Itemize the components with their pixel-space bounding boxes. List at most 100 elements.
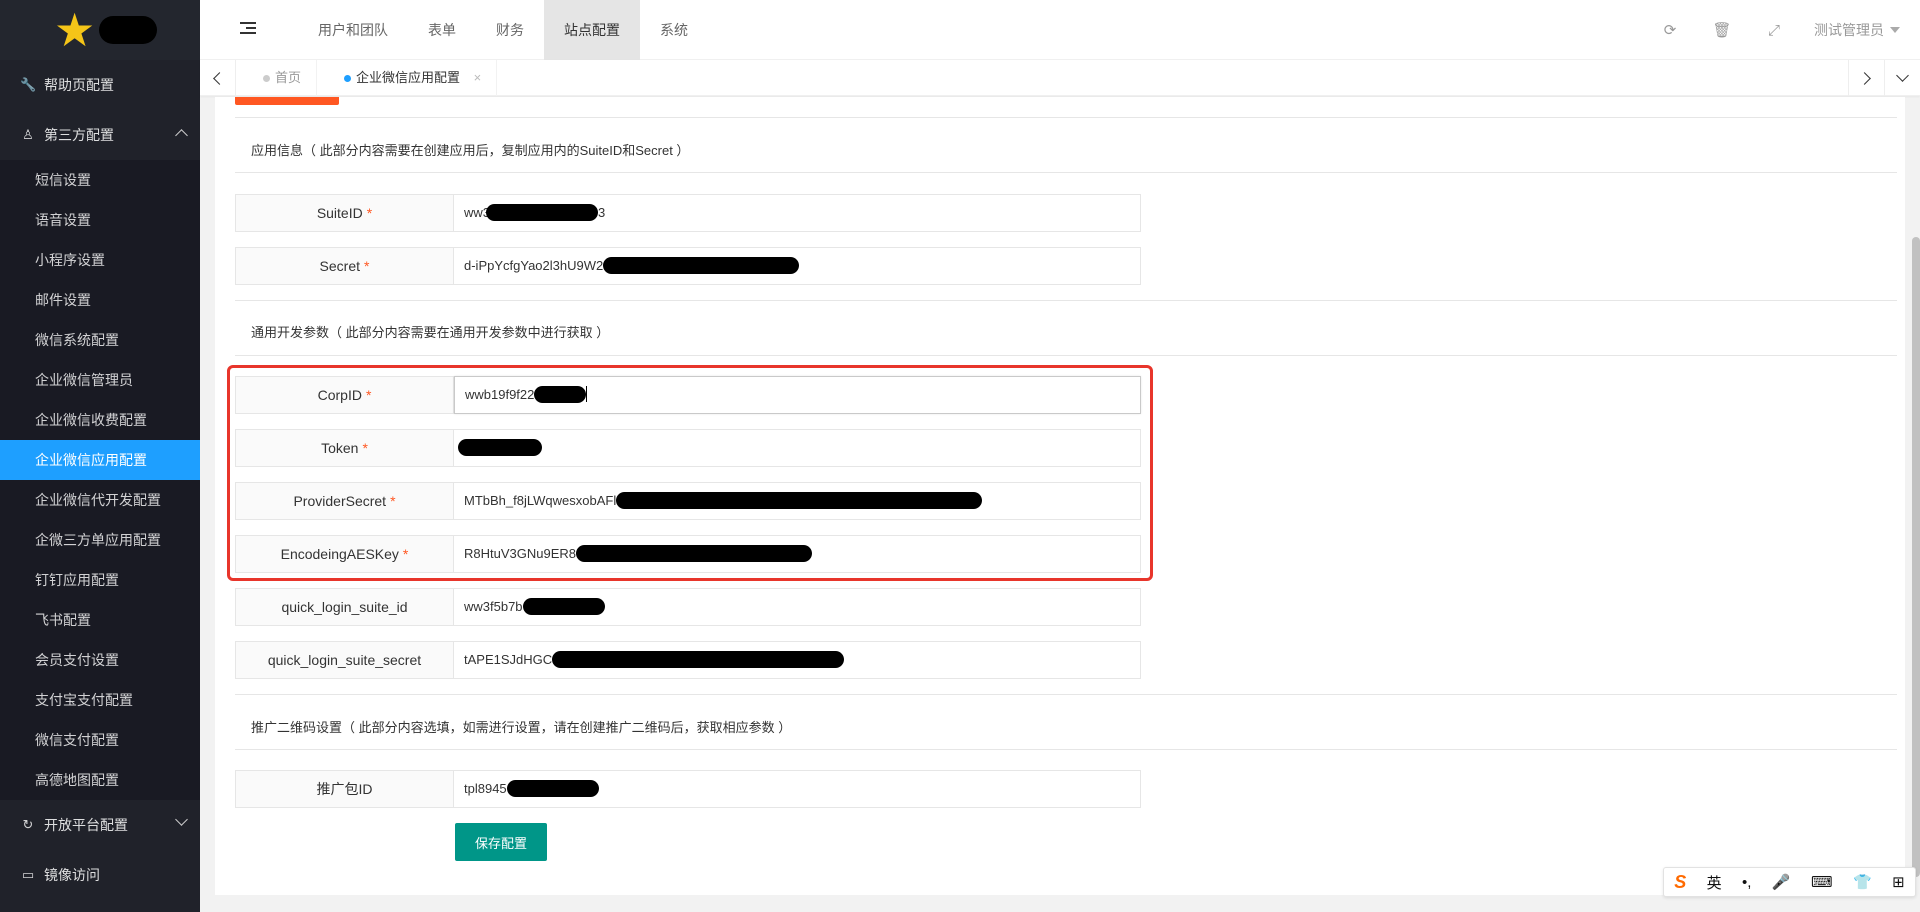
wrench-icon: 🔧 — [20, 77, 37, 92]
nav-forms[interactable]: 表单 — [408, 0, 476, 60]
sidebar-item-alipay[interactable]: 支付宝支付配置 — [0, 680, 200, 720]
divider — [235, 749, 1897, 750]
sidebar-group-third-party[interactable]: ♙ 第三方配置 — [0, 110, 200, 160]
field-label: quick_login_suite_id — [235, 588, 454, 626]
section-promo: 推广二维码设置（ 此部分内容选填，如需进行设置，请在创建推广二维码后，获取相应参… — [251, 720, 792, 735]
tab-dot-icon — [344, 75, 352, 82]
suiteid-input[interactable]: ww3 3 — [454, 194, 1141, 232]
corpid-input[interactable]: wwb19f9f22 — [454, 376, 1141, 414]
punctuation-icon[interactable]: •, — [1742, 874, 1751, 891]
ime-lang-toggle[interactable]: 英 — [1707, 872, 1722, 893]
divider — [235, 172, 1897, 173]
sidebar-item-sms[interactable]: 短信设置 — [0, 160, 200, 200]
field-label: ProviderSecret * — [235, 482, 454, 520]
form-row-aes-key: EncodeingAESKey * R8HtuV3GNu9ER8 — [235, 535, 1141, 573]
nav-site-config[interactable]: 站点配置 — [544, 0, 640, 60]
sidebar-group-help-config[interactable]: 🔧 帮助页配置 — [0, 60, 200, 110]
sidebar-item-wecom-app[interactable]: 企业微信应用配置 — [0, 440, 200, 480]
chevron-down-icon — [175, 813, 188, 826]
sidebar-item-feishu[interactable]: 飞书配置 — [0, 600, 200, 640]
config-card: 应用信息（ 此部分内容需要在创建应用后，复制应用内的SuiteID和Secret… — [215, 97, 1905, 895]
trash-icon[interactable]: 🗑 — [1696, 21, 1748, 39]
sidebar-item-wecom-dev[interactable]: 企业微信代开发配置 — [0, 480, 200, 520]
skin-icon[interactable]: 👕 — [1853, 873, 1872, 891]
sidebar-group-open-platform[interactable]: ↻ 开放平台配置 — [0, 800, 200, 850]
field-label: 推广包ID — [235, 770, 454, 808]
chevron-up-icon — [175, 129, 188, 142]
sidebar-item-voice[interactable]: 语音设置 — [0, 200, 200, 240]
tab-wecom-app-config[interactable]: 企业微信应用配置 × — [317, 60, 498, 96]
nav-system[interactable]: 系统 — [640, 0, 708, 60]
scrollbar[interactable] — [1912, 237, 1920, 877]
top-nav: 用户和团队 表单 财务 站点配置 系统 — [298, 0, 708, 60]
nav-users-teams[interactable]: 用户和团队 — [298, 0, 408, 60]
sidebar: ★ 🔧 帮助页配置 ♙ 第三方配置 短信设置 语音设置 小程序设置 邮件设置 微… — [0, 0, 200, 912]
sidebar-group-mirror[interactable]: ▭ 镜像访问 — [0, 850, 200, 900]
form-row-promo-id: 推广包ID tpl8945 — [235, 770, 1141, 808]
divider — [235, 300, 1897, 301]
tabs-bar: 首页 企业微信应用配置 × — [200, 60, 1920, 96]
provider-secret-input[interactable]: MTbBh_f8jLWqwesxobAFl — [454, 482, 1141, 520]
main-content: 应用信息（ 此部分内容需要在创建应用后，复制应用内的SuiteID和Secret… — [200, 97, 1920, 912]
sidebar-item-wecom-single-app[interactable]: 企微三方单应用配置 — [0, 520, 200, 560]
form-row-quick-login-suite-id: quick_login_suite_id ww3f5b7b — [235, 588, 1141, 626]
form-row-provider-secret: ProviderSecret * MTbBh_f8jLWqwesxobAFl — [235, 482, 1141, 520]
tabs-menu[interactable] — [1884, 60, 1920, 96]
redacted-logo-text — [99, 16, 158, 44]
user-menu[interactable]: 测试管理员 — [1800, 20, 1920, 40]
sogou-logo-icon[interactable]: S — [1674, 872, 1686, 893]
form-row-corpid: CorpID * wwb19f9f22 — [235, 376, 1141, 414]
nav-finance[interactable]: 财务 — [476, 0, 544, 60]
tab-dot-icon — [263, 75, 270, 82]
quick-login-suite-secret-input[interactable]: tAPE1SJdHGC — [454, 641, 1141, 679]
top-action-button[interactable] — [235, 97, 339, 105]
form-row-suiteid: SuiteID * ww3 3 — [235, 194, 1141, 232]
section-general: 通用开发参数（ 此部分内容需要在通用开发参数中进行获取 ） — [251, 325, 610, 340]
keyboard-icon[interactable]: ⌨ — [1811, 873, 1833, 891]
person-icon: ♙ — [22, 127, 34, 142]
user-name: 测试管理员 — [1814, 22, 1884, 38]
chevron-right-icon — [1858, 71, 1871, 85]
field-label: SuiteID * — [235, 194, 454, 232]
sidebar-item-miniprogram[interactable]: 小程序设置 — [0, 240, 200, 280]
field-label: Token * — [235, 429, 454, 467]
form-row-secret: Secret * d-iPpYcfgYao2l3hU9W2 — [235, 247, 1141, 285]
refresh-icon[interactable]: ⟳ — [1644, 21, 1696, 39]
sidebar-item-amap[interactable]: 高德地图配置 — [0, 760, 200, 800]
sidebar-item-wechat-pay[interactable]: 微信支付配置 — [0, 720, 200, 760]
chevron-left-icon — [213, 71, 226, 85]
aes-key-input[interactable]: R8HtuV3GNu9ER8 — [454, 535, 1141, 573]
sidebar-item-member-pay[interactable]: 会员支付设置 — [0, 640, 200, 680]
promo-id-input[interactable]: tpl8945 — [454, 770, 1141, 808]
tabs-scroll-left[interactable] — [200, 60, 236, 96]
page-tabs: 首页 企业微信应用配置 × — [236, 60, 498, 96]
fullscreen-icon[interactable]: ⤢ — [1748, 22, 1800, 39]
close-icon[interactable]: × — [474, 70, 482, 85]
sidebar-group-label: 第三方配置 — [44, 127, 114, 143]
field-label: EncodeingAESKey * — [235, 535, 454, 573]
tabs-scroll-right[interactable] — [1848, 60, 1884, 96]
tab-home[interactable]: 首页 — [236, 60, 318, 96]
sidebar-group-label: 镜像访问 — [44, 867, 100, 883]
quick-login-suite-id-input[interactable]: ww3f5b7b — [454, 588, 1141, 626]
section-app-info: 应用信息（ 此部分内容需要在创建应用后，复制应用内的SuiteID和Secret… — [251, 143, 690, 158]
save-button[interactable]: 保存配置 — [455, 823, 547, 861]
sidebar-item-wecom-billing[interactable]: 企业微信收费配置 — [0, 400, 200, 440]
secret-input[interactable]: d-iPpYcfgYao2l3hU9W2 — [454, 247, 1141, 285]
token-input[interactable] — [454, 429, 1141, 467]
microphone-icon[interactable]: 🎤 — [1772, 873, 1791, 891]
menu-toggle-icon[interactable] — [240, 22, 256, 36]
sidebar-item-wechat-system[interactable]: 微信系统配置 — [0, 320, 200, 360]
tab-label: 首页 — [275, 70, 302, 85]
sidebar-item-dingtalk[interactable]: 钉钉应用配置 — [0, 560, 200, 600]
form-row-quick-login-suite-secret: quick_login_suite_secret tAPE1SJdHGC — [235, 641, 1141, 679]
logo[interactable]: ★ — [0, 0, 200, 60]
sidebar-item-wecom-admin[interactable]: 企业微信管理员 — [0, 360, 200, 400]
divider — [235, 355, 1897, 356]
toolbox-icon[interactable]: ⊞ — [1892, 873, 1905, 891]
form-row-token: Token * — [235, 429, 1141, 467]
sidebar-group-label: 开放平台配置 — [44, 817, 128, 833]
third-party-submenu: 短信设置 语音设置 小程序设置 邮件设置 微信系统配置 企业微信管理员 企业微信… — [0, 160, 200, 800]
field-label: CorpID * — [235, 376, 454, 414]
sidebar-item-email[interactable]: 邮件设置 — [0, 280, 200, 320]
